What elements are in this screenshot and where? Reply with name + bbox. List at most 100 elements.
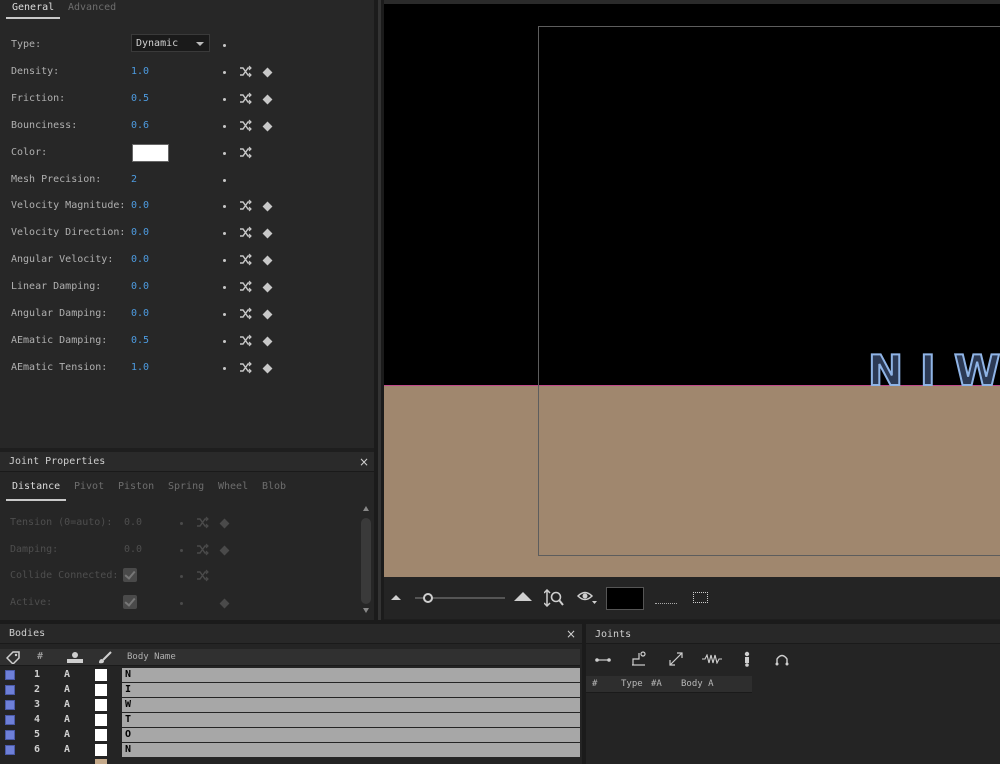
body-type[interactable]: A — [64, 744, 70, 755]
shuffle-icon[interactable] — [196, 569, 209, 582]
property-value-angular-damping[interactable]: 0.0 — [131, 308, 149, 319]
link-dot-icon[interactable] — [223, 70, 226, 74]
color-swatch[interactable] — [132, 143, 169, 162]
wheel-joint-icon[interactable] — [742, 651, 752, 667]
body-type[interactable]: A — [64, 669, 70, 680]
body-color-chip[interactable] — [5, 715, 15, 725]
joint-tab-distance[interactable]: Distance — [12, 481, 60, 492]
piston-joint-icon[interactable] — [668, 651, 684, 667]
letter-body-i[interactable]: I — [919, 345, 937, 396]
keyframe-diamond-icon[interactable] — [262, 94, 273, 105]
scrollbar-thumb[interactable] — [361, 518, 371, 604]
link-dot-icon[interactable] — [223, 313, 226, 316]
property-value-bounciness[interactable]: 0.6 — [131, 120, 149, 131]
joint-property-value-tension-0-auto[interactable]: 0.0 — [124, 517, 142, 528]
shuffle-icon[interactable] — [239, 119, 252, 132]
link-dot-icon[interactable] — [223, 259, 226, 263]
link-dot-icon[interactable] — [223, 44, 226, 47]
shuffle-icon[interactable] — [239, 361, 252, 374]
keyframe-diamond-icon[interactable] — [262, 309, 273, 320]
body-type[interactable]: A — [64, 699, 70, 710]
shuffle-icon[interactable] — [239, 307, 252, 320]
link-dot-icon[interactable] — [223, 339, 226, 343]
scroll-down-icon[interactable] — [363, 608, 369, 613]
body-fill-swatch[interactable] — [95, 744, 107, 756]
property-value-velocity-magnitude[interactable]: 0.0 — [131, 200, 149, 211]
scene-viewport[interactable]: N I W — [384, 0, 1000, 577]
link-dot-icon[interactable] — [180, 522, 183, 525]
body-fill-swatch[interactable] — [95, 729, 107, 741]
keyframe-diamond-icon[interactable] — [262, 363, 273, 374]
zoom-in-icon[interactable] — [514, 591, 532, 601]
link-dot-icon[interactable] — [180, 602, 183, 606]
table-row[interactable]: 3 A W — [0, 698, 580, 712]
spring-joint-icon[interactable] — [702, 654, 722, 664]
keyframe-diamond-icon[interactable] — [262, 201, 273, 212]
body-name-cell[interactable]: O — [122, 728, 580, 742]
joint-tab-wheel[interactable]: Wheel — [218, 481, 248, 492]
table-row[interactable]: 1 A N — [0, 668, 580, 682]
property-value-velocity-direction[interactable]: 0.0 — [131, 227, 149, 238]
body-fill-swatch[interactable] — [95, 684, 107, 696]
body-name-cell[interactable]: I — [122, 683, 580, 697]
body-color-chip[interactable] — [5, 670, 15, 680]
body-name-cell[interactable]: W — [122, 698, 580, 712]
background-color-swatch[interactable] — [606, 587, 644, 610]
distance-joint-icon[interactable] — [595, 655, 611, 665]
link-dot-icon[interactable] — [223, 205, 226, 209]
shuffle-icon[interactable] — [239, 280, 252, 293]
zoom-fit-icon[interactable] — [544, 589, 564, 607]
zoom-slider-handle[interactable] — [423, 593, 433, 603]
keyframe-diamond-icon[interactable] — [219, 518, 230, 529]
property-value-angular-velocity[interactable]: 0.0 — [131, 254, 149, 265]
keyframe-diamond-icon[interactable] — [219, 598, 230, 609]
body-type-icon[interactable] — [66, 651, 84, 664]
joint-tab-piston[interactable]: Piston — [118, 481, 154, 492]
link-dot-icon[interactable] — [223, 151, 226, 155]
letter-body-w[interactable]: W — [953, 345, 1000, 396]
body-name-cell[interactable]: T — [122, 713, 580, 727]
shuffle-icon[interactable] — [196, 543, 209, 556]
body-type[interactable]: A — [64, 729, 70, 740]
selection-frame-icon[interactable] — [693, 592, 708, 603]
link-dot-icon[interactable] — [223, 366, 226, 370]
shuffle-icon[interactable] — [239, 334, 252, 347]
body-name-cell[interactable]: N — [122, 668, 580, 682]
joint-tab-blob[interactable]: Blob — [262, 481, 286, 492]
keyframe-diamond-icon[interactable] — [262, 228, 273, 239]
tab-general[interactable]: General — [12, 2, 54, 13]
joint-tab-spring[interactable]: Spring — [168, 481, 204, 492]
type-select[interactable]: Dynamic — [131, 34, 210, 52]
body-color-chip[interactable] — [5, 745, 15, 755]
keyframe-diamond-icon[interactable] — [262, 255, 273, 266]
keyframe-diamond-icon[interactable] — [262, 121, 273, 132]
joint-property-checkbox-collide-connected[interactable] — [123, 568, 137, 583]
property-value-linear-damping[interactable]: 0.0 — [131, 281, 149, 292]
property-value-aematic-damping[interactable]: 0.5 — [131, 335, 149, 346]
joints-column-body-a[interactable]: Body A — [681, 679, 714, 689]
body-type[interactable]: A — [64, 714, 70, 725]
link-dot-icon[interactable] — [223, 178, 226, 182]
column-body-name[interactable]: Body Name — [127, 652, 176, 662]
joint-tab-pivot[interactable]: Pivot — [74, 481, 104, 492]
shuffle-icon[interactable] — [239, 146, 252, 159]
table-row[interactable]: 4 A T — [0, 713, 580, 727]
link-dot-icon[interactable] — [223, 124, 226, 128]
body-fill-swatch[interactable] — [95, 699, 107, 711]
joints-column-a[interactable]: #A — [651, 679, 662, 689]
table-row[interactable]: 2 A I — [0, 683, 580, 697]
body-color-chip[interactable] — [5, 685, 15, 695]
table-row[interactable]: 5 A O — [0, 728, 580, 742]
joint-property-checkbox-active[interactable] — [123, 595, 137, 610]
joint-scrollbar[interactable] — [361, 504, 371, 616]
body-color-chip[interactable] — [5, 700, 15, 710]
link-dot-icon[interactable] — [180, 575, 183, 579]
keyframe-diamond-icon[interactable] — [262, 282, 273, 293]
zoom-out-icon[interactable] — [391, 594, 401, 600]
close-icon[interactable]: × — [359, 455, 369, 469]
shuffle-icon[interactable] — [239, 92, 252, 105]
keyframe-diamond-icon[interactable] — [219, 545, 230, 556]
body-fill-swatch[interactable] — [95, 669, 107, 681]
body-name-cell[interactable]: N — [122, 743, 580, 757]
shuffle-icon[interactable] — [239, 65, 252, 78]
